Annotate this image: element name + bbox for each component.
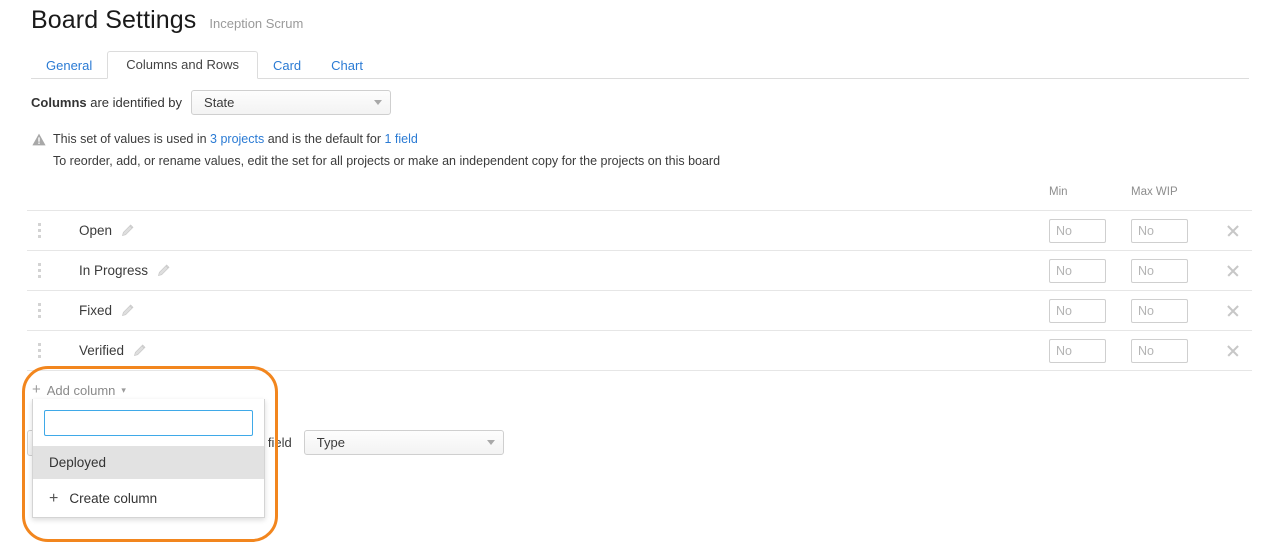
pencil-icon[interactable] <box>133 344 146 357</box>
max-wip-input[interactable] <box>1131 258 1188 283</box>
projects-link[interactable]: 3 projects <box>210 132 264 146</box>
min-input[interactable] <box>1049 338 1106 363</box>
chevron-down-icon <box>374 100 383 105</box>
columns-table: Min Max WIP Open No No In Progress No No… <box>27 186 1252 371</box>
dropdown-search-input[interactable] <box>44 410 253 436</box>
max-wip-input[interactable] <box>1131 338 1188 363</box>
max-wip-cell <box>1131 218 1214 243</box>
plus-icon: + <box>49 489 59 507</box>
chevron-down-icon: ▾ <box>121 384 126 395</box>
column-name-cell: Open <box>52 223 1049 238</box>
max-wip-input[interactable] <box>1131 218 1188 243</box>
delete-row-icon[interactable] <box>1225 303 1241 319</box>
from-field-select[interactable]: Type <box>303 430 504 455</box>
min-cell <box>1049 338 1131 363</box>
tab-columns-and-rows[interactable]: Columns and Rows <box>107 51 258 79</box>
column-name-label: Verified <box>79 343 125 358</box>
max-wip-input[interactable] <box>1131 298 1188 323</box>
values-warning-line2: To reorder, add, or rename values, edit … <box>53 154 721 168</box>
column-name-label: In Progress <box>79 263 149 278</box>
columns-identified-by-strong: Columns <box>31 95 87 110</box>
column-header-min: Min <box>1049 186 1068 198</box>
values-warning-line1: This set of values is used in 3 projects… <box>32 131 720 148</box>
drag-handle-icon[interactable] <box>27 343 52 358</box>
dropdown-option-deployed[interactable]: Deployed <box>33 446 264 478</box>
table-row: Open <box>27 211 1252 251</box>
columns-identified-by-row: Columns are identified by State <box>31 90 392 115</box>
table-row: Verified <box>27 331 1252 371</box>
drag-handle-icon[interactable] <box>27 303 52 318</box>
create-column-option[interactable]: + Create column <box>33 479 264 517</box>
columns-table-header: Min Max WIP <box>27 186 1252 211</box>
board-settings-page: Board Settings Inception Scrum General C… <box>0 0 1281 547</box>
columns-identified-by-select[interactable]: State <box>191 90 392 115</box>
max-wip-cell <box>1131 258 1214 283</box>
values-warning-text: This set of values is used in 3 projects… <box>53 131 418 148</box>
columns-identified-by-label: Columns are identified by <box>31 95 182 110</box>
columns-identified-by-rest: are identified by <box>86 95 183 110</box>
pencil-icon[interactable] <box>121 304 134 317</box>
pencil-icon[interactable] <box>157 264 170 277</box>
column-name-cell: Fixed <box>52 303 1049 318</box>
delete-row-icon[interactable] <box>1225 223 1241 239</box>
warning-triangle-icon <box>32 133 46 146</box>
create-column-label: Create column <box>69 490 158 506</box>
min-input[interactable] <box>1049 218 1106 243</box>
table-row: Fixed <box>27 291 1252 331</box>
add-column-label: Add column <box>46 382 116 398</box>
drag-handle-icon[interactable] <box>27 263 52 278</box>
tab-general[interactable]: General <box>31 52 107 79</box>
tab-chart[interactable]: Chart <box>316 52 378 79</box>
column-name-label: Open <box>79 223 113 238</box>
column-name-cell: In Progress <box>52 263 1049 278</box>
max-wip-cell <box>1131 298 1214 323</box>
delete-row-icon[interactable] <box>1225 263 1241 279</box>
drag-handle-icon[interactable] <box>27 223 52 238</box>
warning-text-before: This set of values is used in <box>53 132 211 146</box>
from-field-value: Type <box>316 435 345 450</box>
min-input[interactable] <box>1049 258 1106 283</box>
page-subtitle: Inception Scrum <box>209 16 304 31</box>
min-cell <box>1049 298 1131 323</box>
min-cell <box>1049 258 1131 283</box>
column-header-max-wip: Max WIP <box>1131 186 1178 198</box>
add-column-button[interactable]: + Add column ▾ <box>27 381 126 398</box>
min-cell <box>1049 218 1131 243</box>
table-row: In Progress <box>27 251 1252 291</box>
chevron-down-icon <box>486 440 495 445</box>
values-warning: This set of values is used in 3 projects… <box>32 131 720 170</box>
page-title: Board Settings <box>31 6 197 34</box>
tab-card[interactable]: Card <box>258 52 316 79</box>
add-column-dropdown: Deployed + Create column <box>32 399 265 518</box>
field-link[interactable]: 1 field <box>384 132 417 146</box>
page-header: Board Settings Inception Scrum <box>31 6 303 35</box>
pencil-icon[interactable] <box>121 224 134 237</box>
plus-icon: + <box>32 381 41 398</box>
column-name-cell: Verified <box>52 343 1049 358</box>
settings-tabs: General Columns and Rows Card Chart <box>31 51 1249 79</box>
column-name-label: Fixed <box>79 303 113 318</box>
min-input[interactable] <box>1049 298 1106 323</box>
dropdown-search-wrap <box>33 399 264 446</box>
columns-identified-by-value: State <box>204 95 235 110</box>
delete-row-icon[interactable] <box>1225 343 1241 359</box>
max-wip-cell <box>1131 338 1214 363</box>
warning-text-middle: and is the default for <box>264 132 385 146</box>
